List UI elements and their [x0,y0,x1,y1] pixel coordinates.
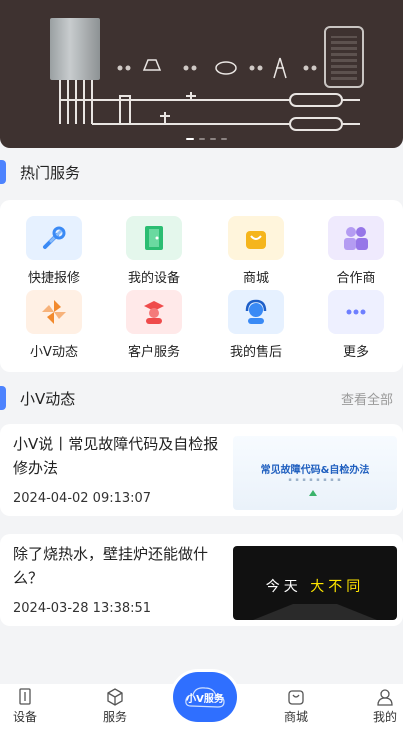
pinwheel-icon [26,290,82,334]
service-label: 合作商 [336,271,376,286]
section-accent-bar [0,386,6,410]
service-label: 小V动态 [30,345,78,360]
profile-icon [377,689,393,706]
service-box-icon [107,688,123,706]
article-title: 除了烧热水，壁挂炉还能做什么？ [13,545,209,587]
article-date: 2024-03-28 13:38:51 [13,601,152,616]
phone-illustration [324,26,364,88]
hot-services-header: 热门服务 [0,152,403,192]
thumbnail-title: 今天 大不同 [233,576,397,596]
stage-lights-decoration [253,604,377,620]
service-xiaov-news[interactable]: 小V动态 [12,290,96,360]
more-dots-icon [328,290,384,334]
tab-mine[interactable]: 我的 [360,688,403,725]
article-thumbnail: 常见故障代码&自检办法 ▪ ▪ ▪ ▪ ▪ ▪ ▪ ▪ [233,436,397,510]
tab-label: 商城 [283,710,308,724]
device-icon [19,688,31,705]
center-button-label: 小V服务 [186,693,224,705]
service-label: 商城 [242,271,269,286]
graduate-icon [126,290,182,334]
service-label: 我的售后 [229,345,282,360]
tab-mall[interactable]: 商城 [271,688,321,725]
hero-banner[interactable] [0,0,403,148]
section-accent-bar [0,160,6,184]
thumbnail-title-highlight: 大不同 [310,579,365,595]
shopping-bag-icon [228,216,284,260]
news-article[interactable]: 除了烧热水，壁挂炉还能做什么？ 2024-03-28 13:38:51 今天 大… [0,534,403,626]
service-my-after-sales[interactable]: 我的售后 [214,290,298,360]
service-label: 我的设备 [127,271,180,286]
tab-label: 服务 [102,710,127,724]
service-partners[interactable]: 合作商 [314,216,398,286]
view-all-link[interactable]: 查看全部 [341,389,393,408]
article-date: 2024-04-02 09:13:07 [13,491,152,506]
service-quick-repair[interactable]: 快捷报修 [12,216,96,286]
tab-service[interactable]: 服务 [90,688,140,725]
service-customer-service[interactable]: 客户服务 [112,290,196,360]
services-grid: 快捷报修 我的设备 商城 合作商 小V动态 客户服务 我的售后 更多 [0,200,403,372]
door-icon [126,216,182,260]
article-thumbnail: 今天 大不同 [233,546,397,620]
thumbnail-decoration: ▪ ▪ ▪ ▪ ▪ ▪ ▪ ▪ [288,477,342,483]
headset-icon [228,290,284,334]
thumbnail-title: 常见故障代码&自检办法 [260,465,370,476]
section-title: 小V动态 [20,389,76,408]
section-title: 热门服务 [20,163,81,182]
tab-label: 我的 [372,710,397,724]
tools-icon [26,216,82,260]
triangle-icon [309,490,317,496]
service-label: 快捷报修 [27,271,80,286]
center-service-button[interactable]: 小V服务 [173,672,237,722]
service-label: 更多 [342,345,369,360]
service-label: 客户服务 [127,345,180,360]
service-more[interactable]: 更多 [314,290,398,360]
mall-icon [288,690,304,705]
carousel-indicator [186,138,227,140]
article-title: 小V说丨常见故障代码及自检报修办法 [13,435,219,477]
thumbnail-title-part: 今天 [265,579,302,595]
service-my-devices[interactable]: 我的设备 [112,216,196,286]
partners-icon [328,216,384,260]
news-header: 小V动态 查看全部 [0,378,403,418]
news-article[interactable]: 小V说丨常见故障代码及自检报修办法 2024-04-02 09:13:07 常见… [0,424,403,516]
service-mall[interactable]: 商城 [214,216,298,286]
tab-label: 设备 [12,710,37,724]
tab-device[interactable]: 设备 [0,688,50,725]
